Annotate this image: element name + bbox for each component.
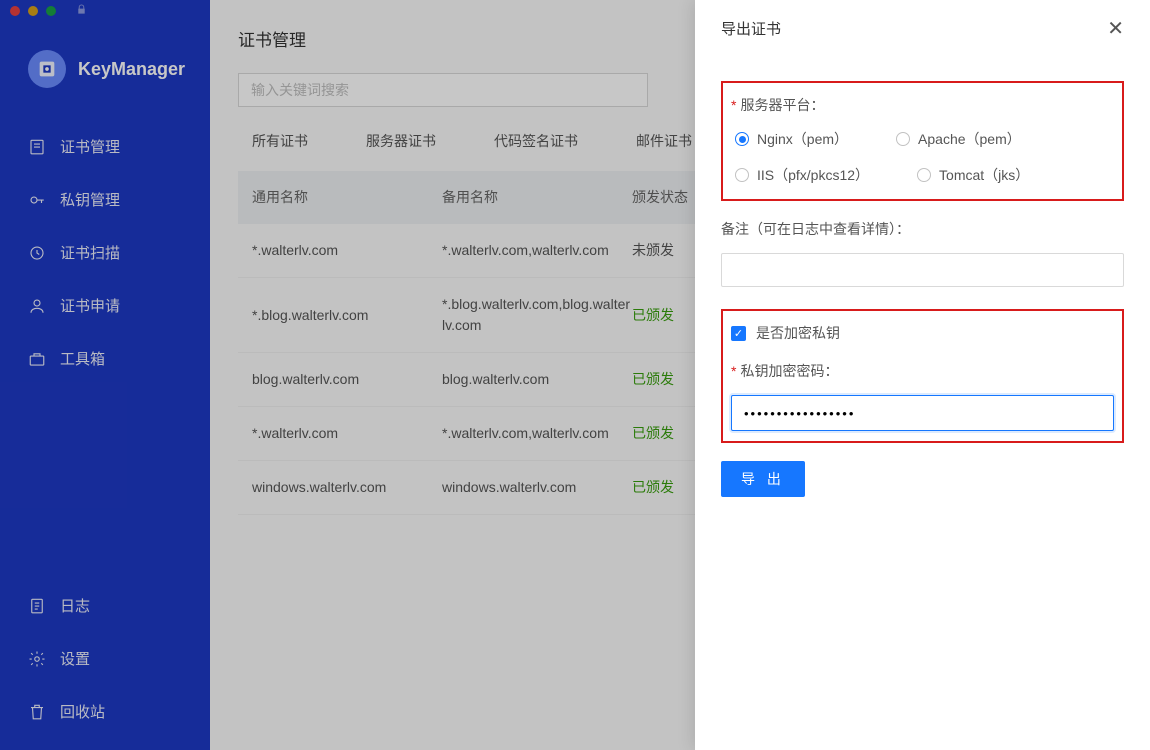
platform-label: *服务器平台： xyxy=(731,95,1114,115)
remark-group: 备注（可在日志中查看详情）： xyxy=(721,219,1124,287)
radio-iis[interactable]: IIS（pfx/pkcs12） xyxy=(735,165,869,185)
remark-label: 备注（可在日志中查看详情）： xyxy=(721,219,1124,239)
remark-input[interactable] xyxy=(721,253,1124,287)
radio-tomcat[interactable]: Tomcat（jks） xyxy=(917,165,1029,185)
export-cert-panel: 导出证书 ✕ *服务器平台： Nginx（pem） Apache（pem） II… xyxy=(695,0,1150,750)
encrypt-checkbox[interactable]: ✓ xyxy=(731,326,746,341)
pwd-label: *私钥加密密码： xyxy=(731,361,1114,381)
close-icon[interactable]: ✕ xyxy=(1107,19,1124,39)
export-button[interactable]: 导 出 xyxy=(721,461,805,497)
platform-group: *服务器平台： Nginx（pem） Apache（pem） IIS（pfx/p… xyxy=(721,81,1124,201)
modal-backdrop[interactable] xyxy=(0,0,695,750)
panel-title: 导出证书 xyxy=(721,18,781,39)
encrypt-group: ✓ 是否加密私钥 *私钥加密密码： xyxy=(721,309,1124,443)
encrypt-label: 是否加密私钥 xyxy=(756,323,840,343)
radio-apache[interactable]: Apache（pem） xyxy=(896,129,1021,149)
password-input[interactable] xyxy=(731,395,1114,431)
radio-nginx[interactable]: Nginx（pem） xyxy=(735,129,848,149)
